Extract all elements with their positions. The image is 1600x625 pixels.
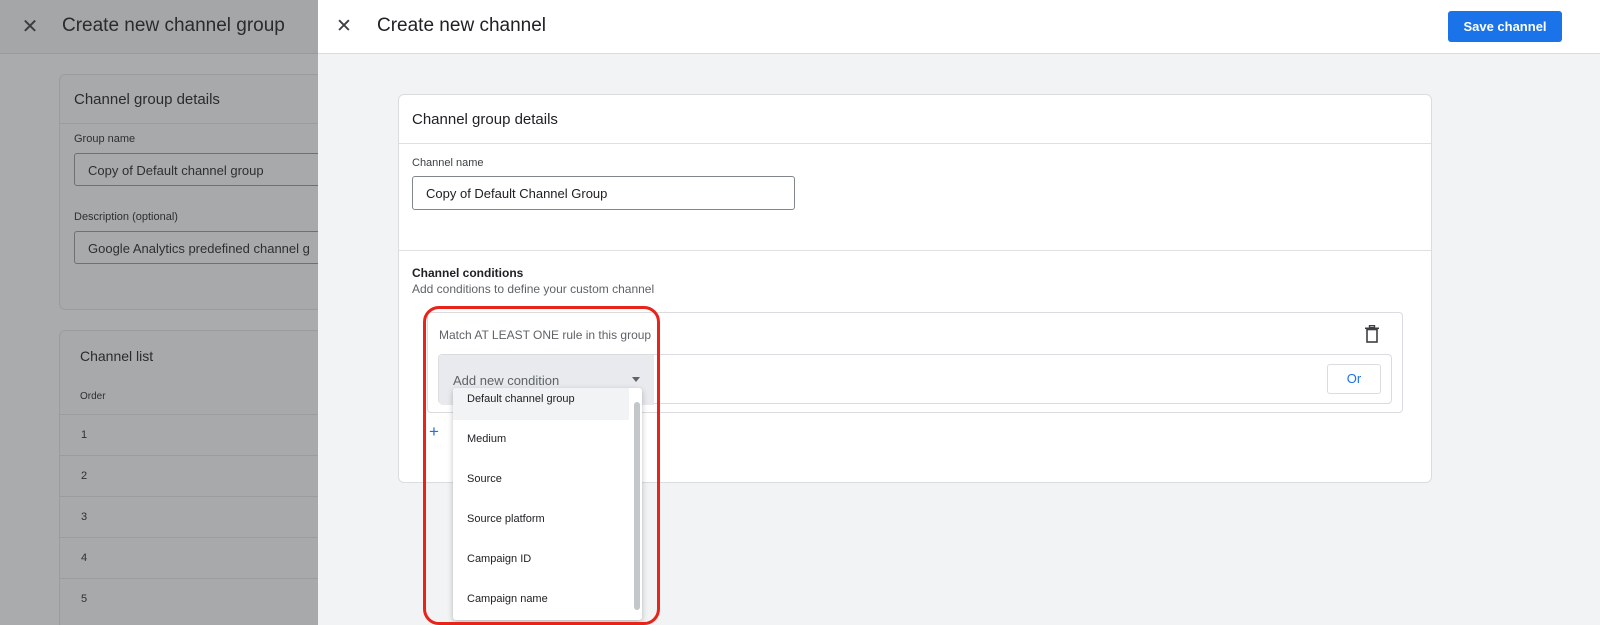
- divider: [399, 250, 1431, 251]
- table-row[interactable]: 3: [60, 496, 328, 537]
- group-name-label: Group name: [74, 133, 136, 145]
- table-row[interactable]: 1: [60, 414, 328, 455]
- background-channel-list-card: Channel list Order 1 2 3 4 5: [59, 330, 329, 625]
- table-row[interactable]: 4: [60, 537, 328, 578]
- close-icon[interactable]: ✕: [20, 17, 40, 37]
- divider: [399, 143, 1431, 144]
- save-channel-button[interactable]: Save channel: [1448, 11, 1562, 42]
- group-name-input[interactable]: Copy of Default channel group: [74, 153, 334, 186]
- description-label: Description (optional): [74, 211, 178, 223]
- drawer-header: ✕ Create new channel Save channel: [318, 0, 1600, 54]
- background-details-title: Channel group details: [74, 91, 220, 108]
- channel-list-title: Channel list: [80, 348, 154, 364]
- background-header: ✕ Create new channel group: [0, 0, 320, 54]
- card-title: Channel group details: [412, 111, 558, 128]
- order-column-header: Order: [80, 391, 106, 402]
- trash-icon[interactable]: [1364, 325, 1380, 343]
- conditions-subtitle: Add conditions to define your custom cha…: [412, 282, 655, 296]
- background-page-title: Create new channel group: [62, 15, 285, 36]
- description-input[interactable]: Google Analytics predefined channel g: [74, 231, 334, 264]
- table-row[interactable]: 2: [60, 455, 328, 496]
- or-button[interactable]: Or: [1327, 364, 1381, 394]
- drawer-title: Create new channel: [377, 15, 546, 36]
- channel-name-label: Channel name: [412, 157, 484, 169]
- divider: [60, 123, 328, 124]
- conditions-title: Channel conditions: [412, 266, 524, 280]
- table-row[interactable]: 5: [60, 578, 328, 619]
- background-details-card: Channel group details Group name Copy of…: [59, 74, 334, 310]
- highlight-annotation: [423, 306, 660, 625]
- close-icon[interactable]: ✕: [334, 17, 354, 37]
- channel-name-input[interactable]: Copy of Default Channel Group: [412, 176, 795, 210]
